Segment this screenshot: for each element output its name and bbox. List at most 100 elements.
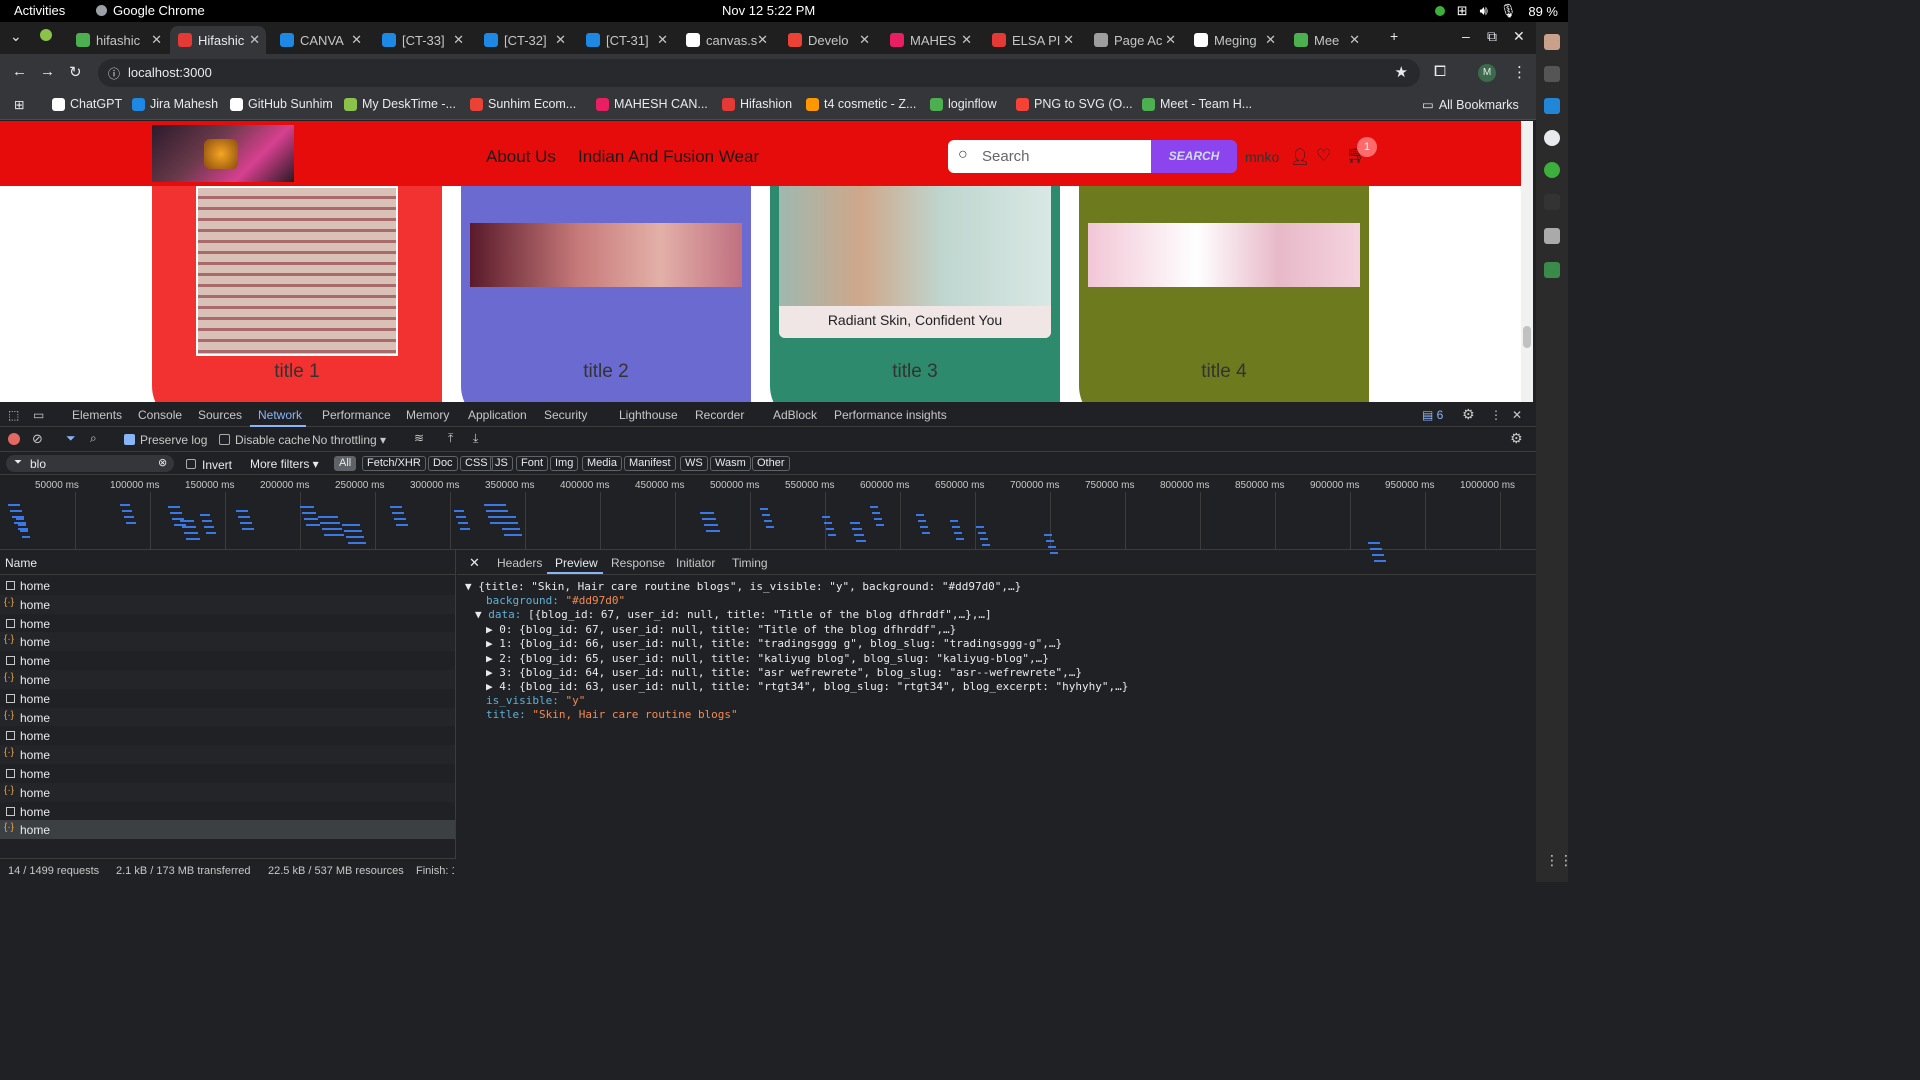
browser-tab[interactable]: ELSA PI ✕ [984,26,1080,54]
type-filter-chip[interactable]: Doc [428,456,458,471]
tab-close-icon[interactable]: ✕ [351,32,362,48]
inspect-icon[interactable]: ⬚ [8,408,19,422]
browser-tab[interactable]: Meging ✕ [1186,26,1282,54]
request-row[interactable]: {·} home [0,670,455,689]
tab-close-icon[interactable]: ✕ [555,32,566,48]
devtools-settings-icon[interactable]: ⚙ [1462,406,1475,423]
browser-tab[interactable]: MAHES ✕ [882,26,978,54]
browser-tab[interactable]: Hifashic ✕ [170,26,266,54]
invert-checkbox[interactable] [186,459,196,469]
type-filter-chip[interactable]: WS [680,456,708,471]
user-icon[interactable]: 👤︎ [1290,147,1310,167]
chrome-icon[interactable] [1544,130,1560,146]
request-row[interactable]: home [0,688,455,708]
profile-avatar[interactable]: M [1478,64,1496,82]
name-column-header[interactable]: Name [0,550,455,575]
devtools-tab-console[interactable]: Console [138,408,182,422]
detail-tab-response[interactable]: Response [611,556,665,570]
reload-button[interactable]: ↻ [69,63,82,81]
site-info-icon[interactable]: ⓘ [108,65,120,82]
minimize-button[interactable]: – [1462,28,1470,44]
clear-icon[interactable]: ⊘ [32,431,43,447]
devtools-tab-lighthouse[interactable]: Lighthouse [619,408,678,422]
devtools-menu-icon[interactable]: ⋮ [1490,408,1502,422]
type-filter-chip[interactable]: Manifest [624,456,676,471]
browser-tab[interactable]: Mee ✕ [1286,26,1366,54]
preview-data-item[interactable]: ▶ 4: {blog_id: 63, user_id: null, title:… [486,680,1128,693]
filter-icon[interactable]: ⏷ [66,431,76,446]
search-icon[interactable]: ⌕ [90,431,97,446]
request-row[interactable]: {·} home [0,594,455,614]
blog-card[interactable]: title 1 [152,186,442,402]
network-settings-icon[interactable]: ⚙ [1510,430,1523,447]
tab-close-icon[interactable]: ✕ [1063,32,1074,48]
request-row[interactable]: home [0,726,455,746]
bookmark-item[interactable]: Hifashion [722,97,792,111]
tab-close-icon[interactable]: ✕ [757,32,768,48]
devtools-tab-memory[interactable]: Memory [406,408,449,422]
request-row[interactable]: home [0,801,455,821]
network-conditions-icon[interactable]: ≋ [414,431,424,445]
bookmark-item[interactable]: MAHESH CAN... [596,97,708,111]
preview-data-item[interactable]: ▶ 2: {blog_id: 65, user_id: null, title:… [486,652,1049,665]
devtools-close-icon[interactable]: ✕ [1512,408,1522,422]
devtools-tab-application[interactable]: Application [468,408,527,422]
request-row[interactable]: home [0,576,455,595]
devtools-tab-security[interactable]: Security [544,408,587,422]
type-filter-chip[interactable]: All [334,456,357,471]
tab-close-icon[interactable]: ✕ [859,32,870,48]
request-row[interactable]: home [0,764,455,783]
type-filter-chip[interactable]: Img [550,456,579,471]
clear-filter-icon[interactable]: ⊗ [158,456,167,469]
type-filter-chip[interactable]: CSS [460,456,493,471]
extensions-icon[interactable]: ⧠ [1434,63,1446,80]
devtools-tab-recorder[interactable]: Recorder [695,408,744,422]
dock-app-icon[interactable] [1544,34,1560,50]
bookmark-item[interactable]: Sunhim Ecom... [470,97,576,111]
import-har-icon[interactable]: ⤒ [448,431,453,446]
browser-tab[interactable]: Develo ✕ [780,26,876,54]
devtools-tab-elements[interactable]: Elements [72,408,122,422]
tab-search-icon[interactable]: ⌄ [10,28,22,45]
chrome-menu-icon[interactable]: ⋮ [1512,63,1527,81]
type-filter-chip[interactable]: Font [516,456,549,471]
devtools-tab-network[interactable]: Network [258,408,302,422]
system-monitor-icon[interactable] [1544,194,1560,210]
app-menu[interactable]: Google Chrome [96,3,205,18]
bookmark-item[interactable]: loginflow [930,97,997,111]
detail-tab-timing[interactable]: Timing [732,556,768,570]
devtools-tab-sources[interactable]: Sources [198,408,242,422]
browser-tab[interactable]: CANVA ✕ [272,26,368,54]
detail-tab-headers[interactable]: Headers [497,556,542,570]
site-logo[interactable] [152,125,294,182]
bookmark-item[interactable]: GitHub Sunhim [230,97,333,111]
devtools-tab-performance[interactable]: Performance [322,408,391,422]
all-bookmarks[interactable]: ▭ All Bookmarks [1422,97,1519,113]
bookmark-item[interactable]: Meet - Team H... [1142,97,1252,111]
browser-tab[interactable]: [CT-32] ✕ [476,26,572,54]
blog-card[interactable]: title 2 [461,186,751,402]
bookmark-item[interactable]: t4 cosmetic - Z... [806,97,916,111]
bookmark-star-icon[interactable]: ★ [1395,63,1408,81]
omnibox[interactable]: ⓘ localhost:3000 ★ [98,59,1420,87]
network-overview-timeline[interactable]: 50000 ms 100000 ms 150000 ms 200000 ms 25000… [0,476,1536,562]
user-name[interactable]: mnko [1245,149,1279,165]
detail-tab-preview[interactable]: Preview [555,556,598,570]
dock-green-app-icon[interactable] [1544,162,1560,178]
apps-icon[interactable]: ⊞ [14,97,24,112]
more-filters-dropdown[interactable]: More filters ▾ [250,457,319,471]
bookmark-item[interactable]: My DeskTime -... [344,97,456,111]
type-filter-chip[interactable]: Wasm [710,456,751,471]
request-row[interactable]: {·} home [0,632,455,652]
tab-close-icon[interactable]: ✕ [961,32,972,48]
new-tab-button[interactable]: + [1390,28,1398,44]
search-input[interactable]: ○ Search [948,140,1152,173]
type-filter-chip[interactable]: Fetch/XHR [362,456,426,471]
issues-badge[interactable]: ▤ 6 [1422,408,1443,422]
detail-tab-initiator[interactable]: Initiator [676,556,715,570]
wishlist-heart-icon[interactable]: ♡ [1316,146,1331,166]
url-text[interactable]: localhost:3000 [128,65,212,80]
request-row[interactable]: {·} home [0,707,455,727]
trash-icon[interactable] [1544,262,1560,278]
bookmark-item[interactable]: Jira Mahesh [132,97,218,111]
